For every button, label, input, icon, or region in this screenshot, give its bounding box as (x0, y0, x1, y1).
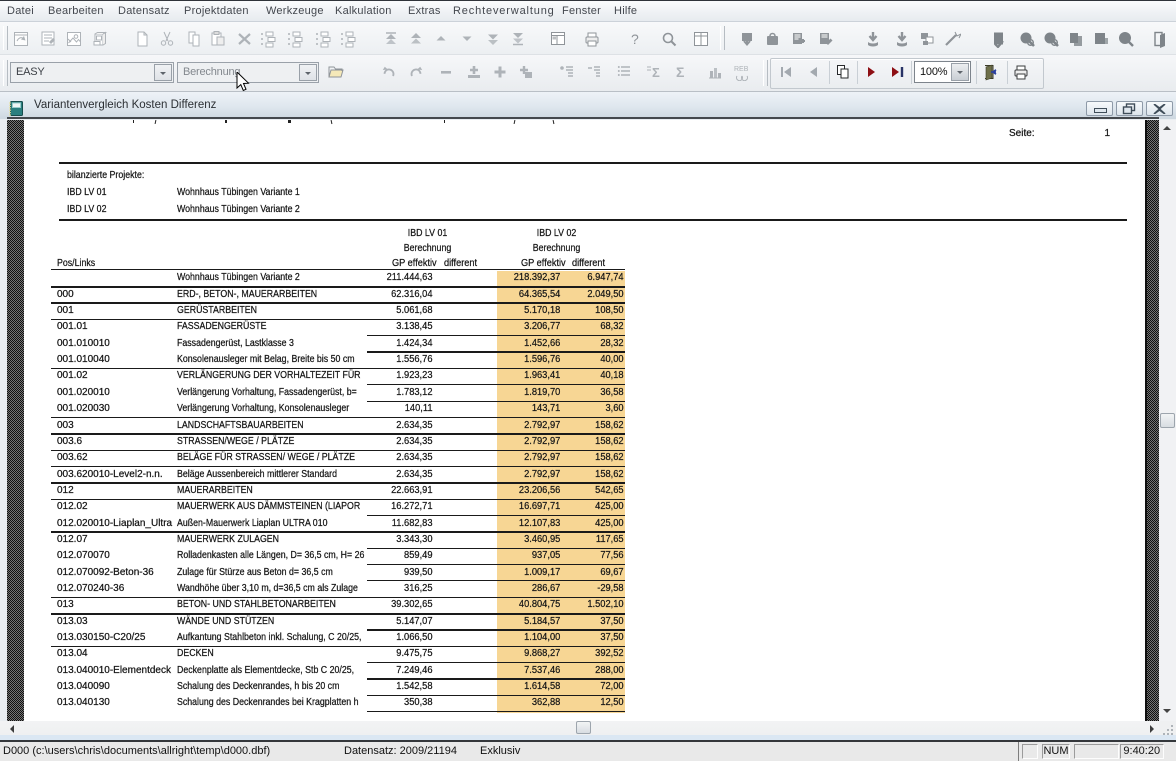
svg-text:REB: REB (734, 66, 749, 73)
svg-text:?: ? (631, 31, 639, 47)
svg-text:Σ: Σ (676, 64, 684, 80)
svg-text:Σ: Σ (652, 65, 660, 80)
